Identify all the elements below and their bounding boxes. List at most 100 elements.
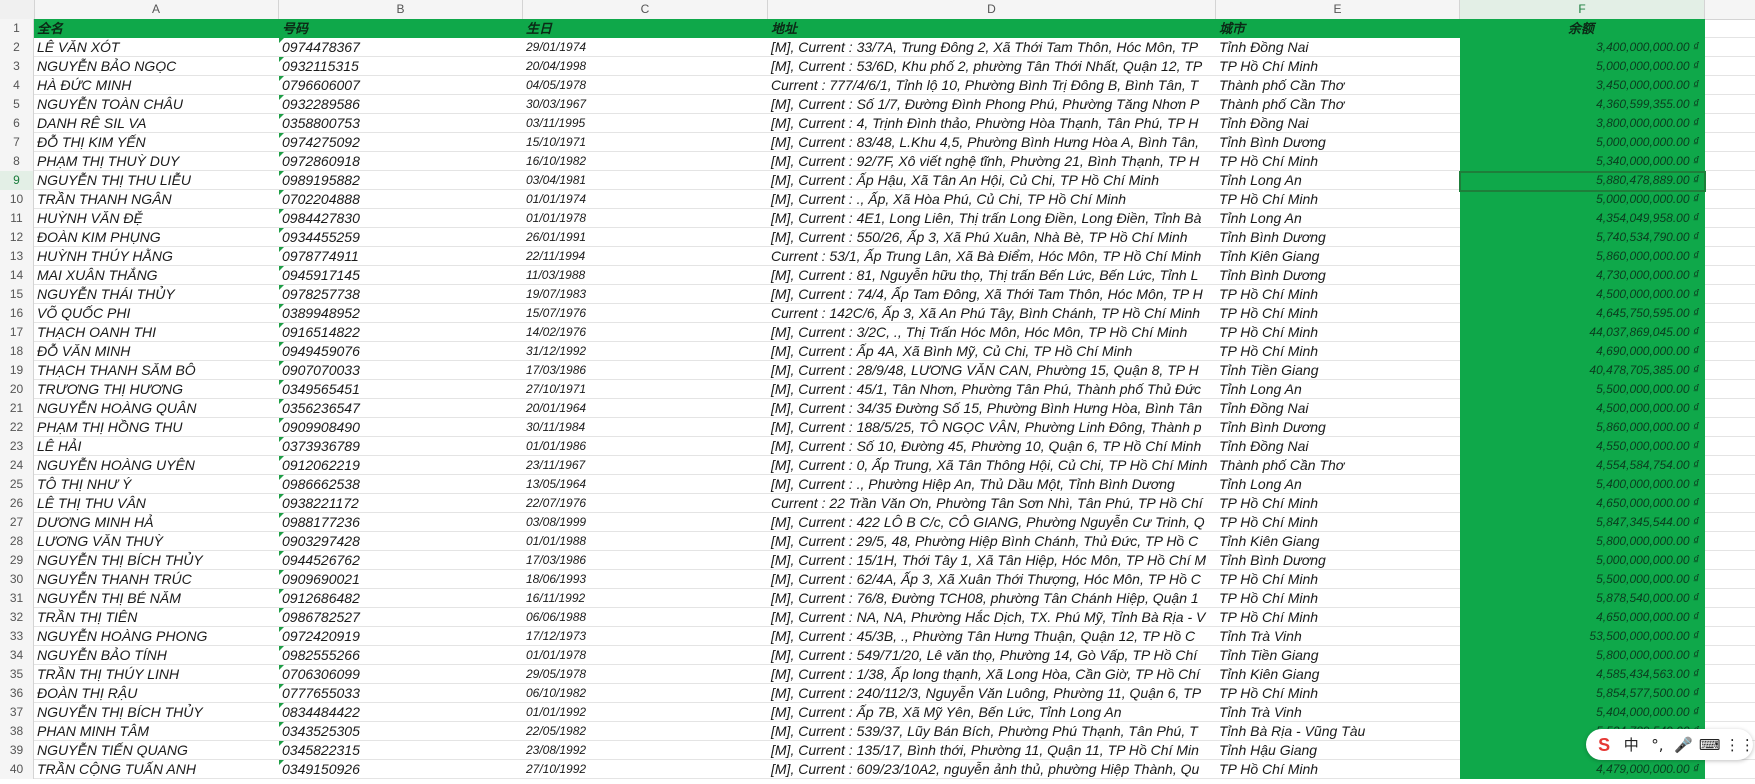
city-cell[interactable]: TP Hồ Chí Minh	[1216, 494, 1460, 513]
punctuation-button[interactable]: °,	[1646, 736, 1668, 754]
city-cell[interactable]: TP Hồ Chí Minh	[1216, 684, 1460, 703]
phone-cell[interactable]: 0972420919	[279, 627, 523, 646]
row-number[interactable]: 39	[0, 741, 34, 760]
row-number[interactable]: 28	[0, 532, 34, 551]
name-cell[interactable]: NGUYỄN TIẾN QUANG	[34, 741, 279, 760]
name-cell[interactable]: NGUYỄN THỊ BÍCH THỦY	[34, 551, 279, 570]
birthday-cell[interactable]: 03/11/1995	[523, 114, 768, 133]
name-cell[interactable]: ĐỖ VĂN MINH	[34, 342, 279, 361]
birthday-cell[interactable]: 01/01/1974	[523, 190, 768, 209]
balance-cell[interactable]: 4,690,000,000.00 ₫	[1460, 342, 1705, 361]
address-cell[interactable]: [M], Current : 29/5, 48, Phường Hiệp Bìn…	[768, 532, 1216, 551]
city-cell[interactable]: Tỉnh Kiên Giang	[1216, 532, 1460, 551]
balance-cell[interactable]: 4,585,434,563.00 ₫	[1460, 665, 1705, 684]
city-cell[interactable]: Tỉnh Bình Dương	[1216, 418, 1460, 437]
city-cell[interactable]: TP Hồ Chí Minh	[1216, 285, 1460, 304]
name-cell[interactable]: THẠCH OANH THI	[34, 323, 279, 342]
balance-cell[interactable]: 4,500,000,000.00 ₫	[1460, 285, 1705, 304]
balance-cell[interactable]: 5,878,540,000.00 ₫	[1460, 589, 1705, 608]
header-cell-dob[interactable]: 生日	[523, 19, 768, 38]
phone-cell[interactable]: 0978774911	[279, 247, 523, 266]
address-cell[interactable]: [M], Current : 422 LÔ B C/c, CÔ GIANG, P…	[768, 513, 1216, 532]
birthday-cell[interactable]: 03/04/1981	[523, 171, 768, 190]
city-cell[interactable]: TP Hồ Chí Minh	[1216, 57, 1460, 76]
phone-cell[interactable]: 0932289586	[279, 95, 523, 114]
city-cell[interactable]: Tỉnh Trà Vinh	[1216, 627, 1460, 646]
phone-cell[interactable]: 0912062219	[279, 456, 523, 475]
name-cell[interactable]: NGUYỄN THỊ BÉ NĂM	[34, 589, 279, 608]
balance-cell[interactable]: 4,554,584,754.00 ₫	[1460, 456, 1705, 475]
phone-cell[interactable]: 0909908490	[279, 418, 523, 437]
balance-cell[interactable]: 40,478,705,385.00 ₫	[1460, 361, 1705, 380]
phone-cell[interactable]: 0986782527	[279, 608, 523, 627]
row-number[interactable]: 1	[0, 19, 34, 38]
phone-cell[interactable]: 0796606007	[279, 76, 523, 95]
row-number[interactable]: 27	[0, 513, 34, 532]
row-number[interactable]: 38	[0, 722, 34, 741]
microphone-icon[interactable]: 🎤	[1673, 736, 1695, 754]
name-cell[interactable]: HÀ ĐỨC MINH	[34, 76, 279, 95]
column-header-a[interactable]: A	[34, 0, 279, 19]
row-number[interactable]: 11	[0, 209, 34, 228]
balance-cell[interactable]: 5,500,000,000.00 ₫	[1460, 570, 1705, 589]
balance-cell[interactable]: 5,847,345,544.00 ₫	[1460, 513, 1705, 532]
birthday-cell[interactable]: 20/04/1998	[523, 57, 768, 76]
address-cell[interactable]: [M], Current : Ấp 4A, Xã Bình Mỹ, Củ Chi…	[768, 342, 1216, 361]
phone-cell[interactable]: 0903297428	[279, 532, 523, 551]
city-cell[interactable]: Tỉnh Trà Vinh	[1216, 703, 1460, 722]
sogou-logo-icon[interactable]: S	[1592, 733, 1616, 757]
balance-cell[interactable]: 53,500,000,000.00 ₫	[1460, 627, 1705, 646]
phone-cell[interactable]: 0932115315	[279, 57, 523, 76]
address-cell[interactable]: [M], Current : Ấp 7B, Xã Mỹ Yên, Bến Lức…	[768, 703, 1216, 722]
name-cell[interactable]: NGUYỄN BẢO NGỌC	[34, 57, 279, 76]
row-number[interactable]: 7	[0, 133, 34, 152]
row-number[interactable]: 12	[0, 228, 34, 247]
chinese-mode-button[interactable]: 中	[1620, 734, 1642, 755]
phone-cell[interactable]: 0706306099	[279, 665, 523, 684]
city-cell[interactable]: TP Hồ Chí Minh	[1216, 190, 1460, 209]
row-number[interactable]: 36	[0, 684, 34, 703]
keyboard-icon[interactable]: ⌨	[1699, 736, 1721, 754]
city-cell[interactable]: TP Hồ Chí Minh	[1216, 304, 1460, 323]
city-cell[interactable]: Tỉnh Bình Dương	[1216, 551, 1460, 570]
balance-cell[interactable]: 4,730,000,000.00 ₫	[1460, 266, 1705, 285]
phone-cell[interactable]: 0343525305	[279, 722, 523, 741]
birthday-cell[interactable]: 11/03/1988	[523, 266, 768, 285]
birthday-cell[interactable]: 29/05/1978	[523, 665, 768, 684]
column-header-b[interactable]: B	[279, 0, 523, 19]
address-cell[interactable]: [M], Current : 0, Ấp Trung, Xã Tân Thông…	[768, 456, 1216, 475]
phone-cell[interactable]: 0702204888	[279, 190, 523, 209]
row-number[interactable]: 32	[0, 608, 34, 627]
column-header-f[interactable]: F	[1460, 0, 1705, 19]
spreadsheet-grid[interactable]: A B C D E F 1 全名 号码 生日 地址 城市 余额 2 LÊ VĂN XÓT 0974…	[0, 0, 1755, 784]
column-header-c[interactable]: C	[523, 0, 768, 19]
grid-menu-icon[interactable]: ⋮⋮	[1725, 736, 1755, 754]
name-cell[interactable]: VÕ QUỐC PHI	[34, 304, 279, 323]
city-cell[interactable]: Tỉnh Tiền Giang	[1216, 361, 1460, 380]
address-cell[interactable]: [M], Current : 92/7F, Xô viết nghệ tĩnh,…	[768, 152, 1216, 171]
ime-toolbar[interactable]: S 中 °, 🎤 ⌨ ⋮⋮	[1586, 729, 1755, 760]
city-cell[interactable]: Tỉnh Kiên Giang	[1216, 247, 1460, 266]
phone-cell[interactable]: 0909690021	[279, 570, 523, 589]
balance-cell[interactable]: 4,650,000,000.00 ₫	[1460, 494, 1705, 513]
row-number[interactable]: 35	[0, 665, 34, 684]
city-cell[interactable]: Tỉnh Long An	[1216, 475, 1460, 494]
birthday-cell[interactable]: 17/03/1986	[523, 551, 768, 570]
city-cell[interactable]: Tỉnh Đồng Nai	[1216, 437, 1460, 456]
balance-cell[interactable]: 5,860,000,000.00 ₫	[1460, 247, 1705, 266]
balance-cell[interactable]: 44,037,869,045.00 ₫	[1460, 323, 1705, 342]
row-number[interactable]: 15	[0, 285, 34, 304]
address-cell[interactable]: [M], Current : ., Ấp, Xã Hòa Phú, Củ Chi…	[768, 190, 1216, 209]
header-cell-name[interactable]: 全名	[34, 19, 279, 38]
birthday-cell[interactable]: 16/11/1992	[523, 589, 768, 608]
header-cell-phone[interactable]: 号码	[279, 19, 523, 38]
address-cell[interactable]: [M], Current : 83/48, L.Khu 4,5, Phường …	[768, 133, 1216, 152]
name-cell[interactable]: HUỲNH THÚY HẰNG	[34, 247, 279, 266]
column-header-e[interactable]: E	[1216, 0, 1460, 19]
city-cell[interactable]: TP Hồ Chí Minh	[1216, 760, 1460, 779]
row-number[interactable]: 19	[0, 361, 34, 380]
address-cell[interactable]: [M], Current : 74/4, Ấp Tam Đông, Xã Thớ…	[768, 285, 1216, 304]
phone-cell[interactable]: 0389948952	[279, 304, 523, 323]
address-cell[interactable]: [M], Current : 28/9/48, LƯƠNG VĂN CAN, P…	[768, 361, 1216, 380]
city-cell[interactable]: Tỉnh Hậu Giang	[1216, 741, 1460, 760]
